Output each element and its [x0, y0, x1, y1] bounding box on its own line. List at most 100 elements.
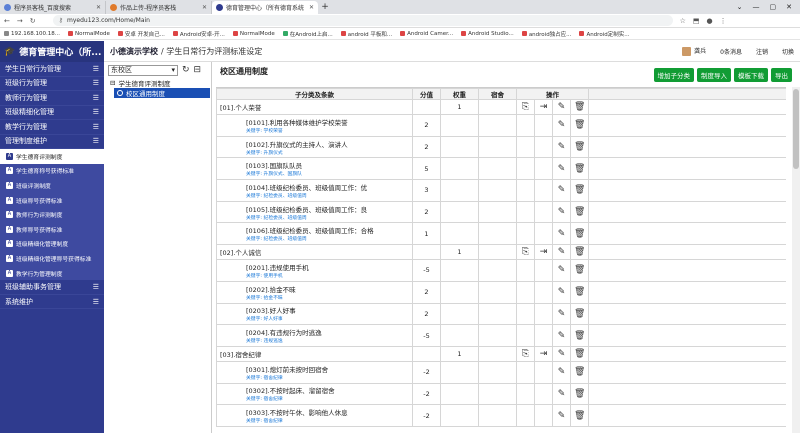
- user-info[interactable]: 龚兵: [682, 46, 706, 56]
- menu-icon[interactable]: ⋮: [720, 17, 727, 25]
- trash-icon[interactable]: 🗑: [570, 114, 589, 137]
- edit-icon[interactable]: ✎: [552, 135, 571, 159]
- edit-icon[interactable]: ✎: [552, 360, 571, 384]
- bookmark-item[interactable]: NormalMode: [67, 31, 110, 37]
- back-icon[interactable]: ←: [4, 17, 10, 25]
- url-input[interactable]: ⚷ myedu123.com/Home/Main: [52, 15, 673, 26]
- forward-icon[interactable]: →: [17, 17, 23, 25]
- bookmark-item[interactable]: 在Android上启...: [282, 30, 333, 38]
- move-icon[interactable]: ⇥: [534, 99, 553, 115]
- edit-icon[interactable]: ✎: [552, 222, 571, 246]
- move-icon[interactable]: ⇥: [534, 244, 553, 261]
- maximize-icon[interactable]: ▢: [770, 3, 777, 11]
- sidebar-subitem[interactable]: A 教学行为管理制度: [0, 265, 104, 281]
- edit-icon[interactable]: ✎: [552, 114, 571, 137]
- star-icon[interactable]: ☆: [680, 17, 686, 25]
- import-rules-button[interactable]: 制度导入: [697, 68, 731, 82]
- bookmark-item[interactable]: Android Camer...: [400, 31, 453, 37]
- edit-icon[interactable]: ✎: [552, 179, 571, 202]
- sidebar-item-teaching-behavior[interactable]: 教学行为管理 ☰: [0, 120, 104, 135]
- sidebar-subitem[interactable]: A 班级评测制度: [0, 178, 104, 193]
- add-document-icon[interactable]: ⎘: [516, 345, 535, 362]
- sidebar-subitem[interactable]: A 班级称号获得标准: [0, 192, 104, 208]
- messages-link[interactable]: 0条消息: [720, 47, 742, 56]
- bookmark-item[interactable]: 安卓 开发自己...: [117, 30, 165, 38]
- sidebar-subitem[interactable]: A 学生德育称号获得标准: [0, 163, 104, 179]
- trash-icon[interactable]: 🗑: [570, 200, 589, 224]
- export-button[interactable]: 导出: [771, 68, 792, 82]
- sidebar-item-student-behavior[interactable]: 学生日常行为管理 ☰: [0, 62, 104, 77]
- edit-icon[interactable]: ✎: [552, 259, 571, 282]
- sidebar-subitem[interactable]: A 班级精细化管理制度: [0, 236, 104, 252]
- browser-tab[interactable]: 程序员客栈_百度搜索 ✕: [0, 1, 106, 14]
- tree-node-selected[interactable]: 校区通用制度: [114, 88, 210, 98]
- add-subcategory-button[interactable]: 增加子分类: [653, 68, 694, 82]
- sidebar-item-class-affairs[interactable]: 班级辅助事务管理 ☰: [0, 280, 104, 295]
- switch-link[interactable]: 切换: [782, 47, 794, 56]
- edit-icon[interactable]: ✎: [552, 200, 571, 224]
- close-icon[interactable]: ✕: [309, 4, 314, 11]
- logout-link[interactable]: 注销: [756, 47, 768, 56]
- trash-icon[interactable]: 🗑: [570, 360, 589, 384]
- reload-icon[interactable]: ↻: [30, 17, 36, 25]
- edit-icon[interactable]: ✎: [552, 404, 571, 427]
- edit-icon[interactable]: ✎: [552, 280, 571, 304]
- edit-icon[interactable]: ✎: [552, 302, 571, 326]
- trash-icon[interactable]: 🗑: [570, 179, 589, 202]
- sidebar-subitem[interactable]: A 教师称号获得标准: [0, 221, 104, 237]
- browser-tab-active[interactable]: 德育管理中心（所有德育系统 ✕: [212, 1, 318, 14]
- bookmark-item[interactable]: 192.168.100.18...: [4, 31, 60, 37]
- sidebar-item-class-refined[interactable]: 班级精细化管理 ☰: [0, 106, 104, 120]
- add-document-icon[interactable]: ⎘: [516, 244, 535, 261]
- bookmark-item[interactable]: Android Studio...: [461, 31, 514, 37]
- chevron-down-icon[interactable]: ⌄: [737, 3, 743, 11]
- trash-icon[interactable]: 🗑: [570, 157, 589, 181]
- sidebar-item-system[interactable]: 系统维护 ☰: [0, 295, 104, 310]
- trash-icon[interactable]: 🗑: [570, 135, 589, 159]
- move-icon[interactable]: ⇥: [534, 345, 553, 362]
- trash-icon[interactable]: 🗑: [570, 382, 589, 406]
- extension-icon[interactable]: ⬒: [693, 17, 700, 25]
- trash-icon[interactable]: 🗑: [570, 222, 589, 246]
- edit-icon[interactable]: ✎: [552, 382, 571, 406]
- trash-icon[interactable]: 🗑: [570, 99, 589, 115]
- tree-expand-icon[interactable]: ⊟: [194, 65, 202, 75]
- edit-icon[interactable]: ✎: [552, 324, 571, 347]
- sidebar-subitem[interactable]: A 教师行为评测制度: [0, 207, 104, 222]
- sidebar-item-rules-maintenance[interactable]: 管理制度维护 ☰: [0, 135, 104, 149]
- sidebar-item-teacher-behavior[interactable]: 教师行为管理 ☰: [0, 91, 104, 106]
- trash-icon[interactable]: 🗑: [570, 244, 589, 261]
- bookmark-item[interactable]: Android安卓-开...: [172, 30, 225, 38]
- edit-icon[interactable]: ✎: [552, 157, 571, 181]
- bookmark-item[interactable]: Android定制实...: [579, 30, 629, 38]
- sidebar-subitem[interactable]: A 学生德育评测制度: [0, 149, 104, 164]
- trash-icon[interactable]: 🗑: [570, 324, 589, 347]
- edit-icon[interactable]: ✎: [552, 345, 571, 362]
- profile-icon[interactable]: ●: [707, 17, 713, 25]
- bookmark-item[interactable]: android 平板和...: [340, 30, 392, 38]
- add-document-icon[interactable]: ⎘: [516, 99, 535, 115]
- bookmark-item[interactable]: NormalMode: [232, 31, 275, 37]
- refresh-icon[interactable]: ↻: [182, 65, 190, 75]
- trash-icon[interactable]: 🗑: [570, 280, 589, 304]
- minimize-icon[interactable]: —: [753, 3, 760, 11]
- trash-icon[interactable]: 🗑: [570, 259, 589, 282]
- trash-icon[interactable]: 🗑: [570, 345, 589, 362]
- campus-select[interactable]: 东校区 ▾: [108, 64, 178, 76]
- close-icon[interactable]: ✕: [786, 3, 792, 11]
- download-template-button[interactable]: 模板下载: [734, 68, 768, 82]
- sidebar-item-class-behavior[interactable]: 班级行为管理 ☰: [0, 77, 104, 91]
- close-icon[interactable]: ✕: [96, 4, 101, 11]
- scrollbar[interactable]: [792, 87, 800, 433]
- trash-icon[interactable]: 🗑: [570, 302, 589, 326]
- trash-icon[interactable]: 🗑: [570, 404, 589, 427]
- scrollbar-thumb[interactable]: [793, 89, 799, 169]
- sidebar-subitem[interactable]: A 班级精细化管理称号获得标准: [0, 251, 104, 266]
- edit-icon[interactable]: ✎: [552, 244, 571, 261]
- bookmark-item[interactable]: android独占应...: [521, 30, 571, 38]
- edit-icon[interactable]: ✎: [552, 99, 571, 115]
- tree-node-root[interactable]: ⊟ 学生德育评测制度: [104, 78, 211, 88]
- new-tab-button[interactable]: +: [318, 1, 332, 14]
- close-icon[interactable]: ✕: [202, 4, 207, 11]
- browser-tab[interactable]: 作品上传-程序员客栈 ✕: [106, 1, 212, 14]
